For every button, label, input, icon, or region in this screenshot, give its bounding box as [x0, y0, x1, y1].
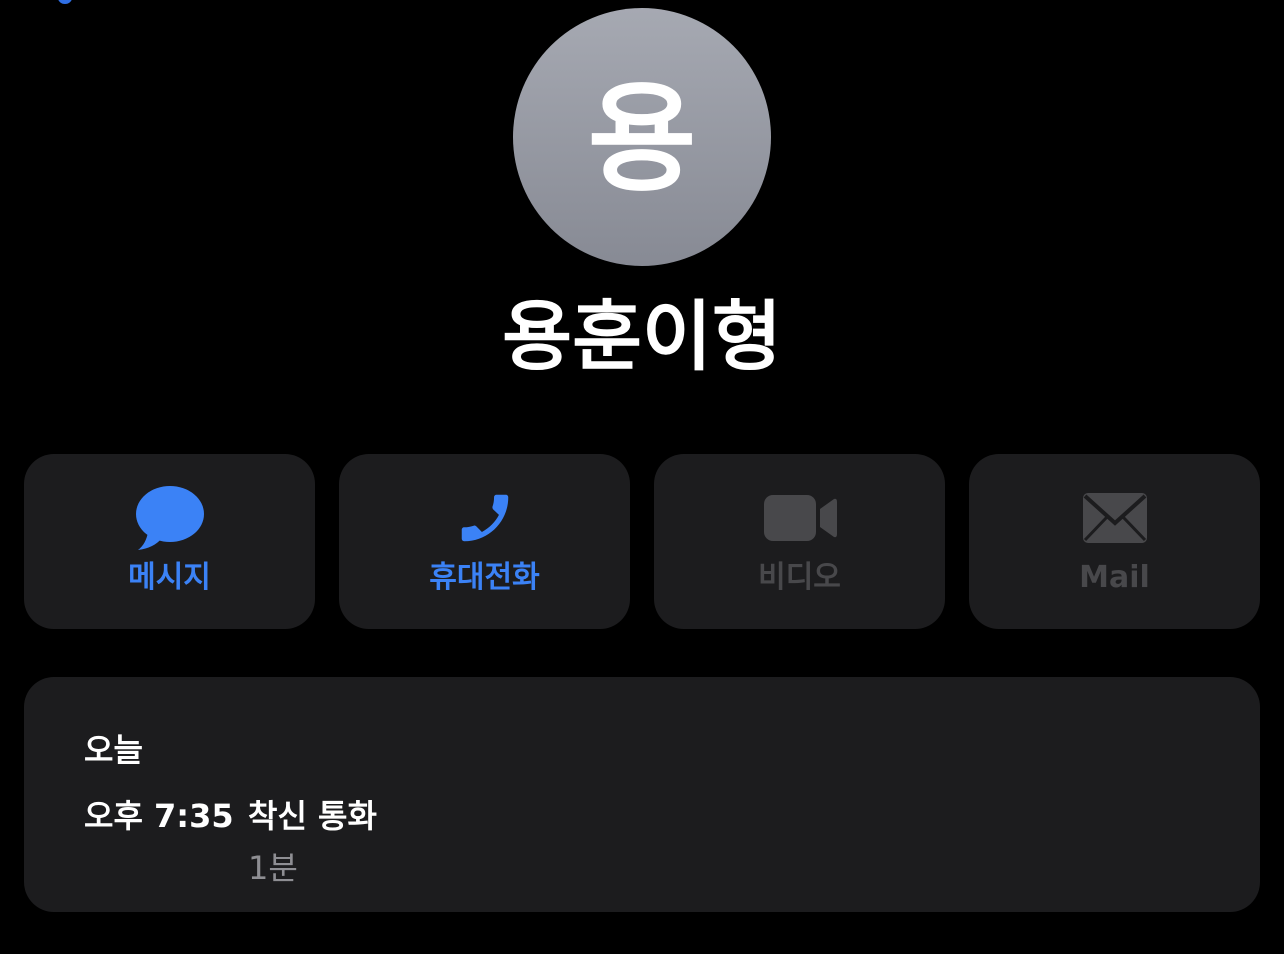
avatar-initial: 용 — [587, 70, 697, 208]
action-buttons-row: 메시지 휴대전화 비디오 Mail — [24, 454, 1260, 629]
mobile-call-button-label: 휴대전화 — [429, 560, 540, 595]
video-camera-icon — [654, 484, 945, 552]
history-time: 오후 7:35 — [84, 797, 234, 835]
mail-button-label: Mail — [1079, 560, 1150, 595]
phone-icon — [339, 484, 630, 552]
mail-envelope-icon — [969, 484, 1260, 552]
history-date: 오늘 — [84, 731, 143, 769]
video-button-label: 비디오 — [758, 560, 841, 595]
message-button-label: 메시지 — [128, 560, 211, 595]
mail-button[interactable]: Mail — [969, 454, 1260, 629]
call-history-card: 오늘 오후 7:35 착신 통화 1분 — [24, 677, 1260, 912]
contact-name: 용훈이형 — [502, 292, 782, 381]
message-bubble-icon — [24, 484, 315, 552]
history-duration: 1분 — [248, 849, 298, 887]
back-button-fragment[interactable] — [58, 0, 72, 4]
message-button[interactable]: 메시지 — [24, 454, 315, 629]
video-button[interactable]: 비디오 — [654, 454, 945, 629]
history-call-type: 착신 통화 — [248, 797, 377, 835]
mobile-call-button[interactable]: 휴대전화 — [339, 454, 630, 629]
avatar: 용 — [513, 8, 771, 266]
contact-detail-screen: 용 용훈이형 메시지 휴대전화 비디오 Mail 오늘 오후 7:35 착신 통… — [0, 0, 1284, 954]
